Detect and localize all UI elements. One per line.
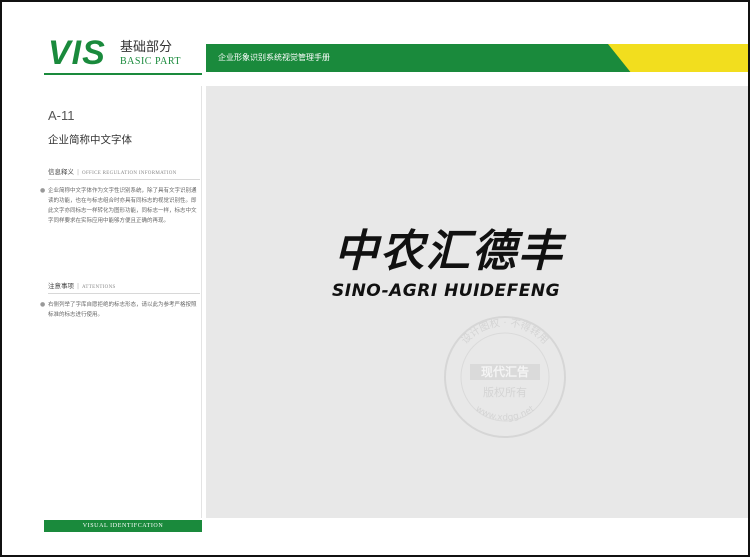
brand-name-cn: 中农汇德丰: [334, 226, 564, 277]
info-heading-en: OFFICE REGULATION INFORMATION: [82, 171, 177, 176]
header-accent: [608, 44, 748, 72]
notes-divider: [48, 293, 200, 294]
info-heading: 信息释义 | OFFICE REGULATION INFORMATION: [48, 168, 177, 176]
watermark-lower-text: 版权所有: [483, 385, 527, 399]
watermark-stamp: 设计图权 · 不得转用 现代汇告 版权所有 www.xdgg.net: [444, 316, 566, 438]
page-subtitle: 企业简称中文字体: [48, 134, 132, 146]
section-label-en: BASIC PART: [120, 56, 181, 67]
watermark-bottom-text: www.xdgg.net: [473, 404, 537, 423]
info-body: 企业简称中文字体作为文字性识别系统，除了具有文字识别通读的功能，也在与标志组合时…: [48, 188, 197, 224]
footer-bar: VISUAL IDENTIFCATION: [44, 520, 202, 532]
watermark-middle-text: 现代汇告: [481, 364, 529, 379]
notes-heading: 注意事项 | ATTENTIONS: [48, 282, 116, 290]
bullet-icon: ●: [40, 301, 46, 308]
main-panel: [206, 86, 748, 518]
notes-paragraph: ● 右侧列举了字库自愿拒绝的标志形态，请以此为参考严格按照标准的标志进行使用。: [40, 300, 200, 320]
vis-logo-mark: VIS: [48, 34, 106, 72]
info-paragraph: ● 企业简称中文字体作为文字性识别系统，除了具有文字识别通读的功能，也在与标志组…: [40, 186, 200, 226]
logo-underline: [44, 73, 202, 75]
notes-heading-en: ATTENTIONS: [82, 285, 116, 290]
watermark-top-text: 设计图权 · 不得转用: [459, 316, 550, 346]
brand-name-en: SINO-AGRI HUIDEFENG: [332, 281, 561, 301]
info-divider: [48, 179, 200, 180]
info-heading-cn: 信息释义: [48, 168, 74, 176]
notes-heading-cn: 注意事项: [48, 282, 74, 290]
bullet-icon: ●: [40, 187, 46, 194]
header-bar: 企业形象识别系统视觉管理手册: [206, 44, 748, 72]
manual-title: 企业形象识别系统视觉管理手册: [218, 53, 330, 62]
notes-body: 右侧列举了字库自愿拒绝的标志形态，请以此为参考严格按照标准的标志进行使用。: [48, 302, 197, 318]
page-code: A-11: [48, 108, 75, 123]
section-label-cn: 基础部分: [120, 40, 173, 55]
